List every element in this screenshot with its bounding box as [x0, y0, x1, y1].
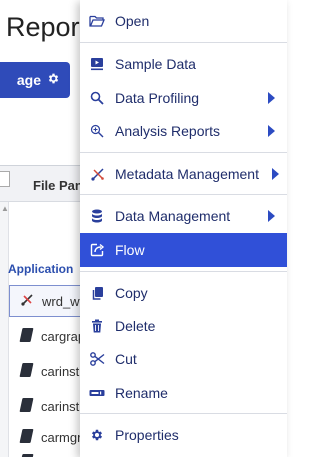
menu-item-delete[interactable]: Delete	[80, 309, 287, 343]
application-section-heading: Application	[8, 262, 74, 276]
rename-icon	[88, 388, 106, 398]
presentation-icon	[88, 57, 106, 71]
scissors-icon	[88, 352, 106, 366]
flow-export-icon	[88, 243, 106, 257]
list-item-label: carinst	[41, 398, 80, 414]
menu-separator	[80, 152, 287, 153]
menu-item-label: Flow	[115, 242, 145, 258]
submenu-arrow-icon	[268, 125, 275, 137]
view-select[interactable]	[0, 171, 10, 187]
menu-item-label: Cut	[115, 351, 137, 367]
manage-button[interactable]: age	[0, 62, 70, 98]
menu-item-label: Data Management	[115, 208, 231, 224]
submenu-arrow-icon	[272, 168, 279, 180]
left-scroll-strip[interactable]	[0, 202, 9, 457]
menu-item-label: Sample Data	[115, 56, 196, 72]
trash-icon	[88, 319, 106, 333]
manage-button-label: age	[16, 72, 41, 88]
gear-icon	[47, 72, 60, 88]
menu-item-analysis-reports[interactable]: Analysis Reports	[80, 114, 287, 148]
table-icon	[19, 397, 33, 415]
database-icon	[88, 209, 106, 223]
list-item-label: carinst	[41, 363, 80, 379]
copy-icon	[88, 286, 106, 301]
menu-item-flow[interactable]: Flow	[80, 233, 287, 267]
menu-item-label: Properties	[115, 427, 179, 443]
menu-item-rename[interactable]: Rename	[80, 376, 287, 410]
menu-item-label: Copy	[115, 285, 148, 301]
menu-item-properties[interactable]: Properties	[80, 418, 287, 452]
menu-item-data-management[interactable]: Data Management	[80, 199, 287, 233]
menu-item-cut[interactable]: Cut	[80, 342, 287, 376]
menu-separator	[80, 271, 287, 272]
scroll-up-icon[interactable]: ▲	[1, 204, 9, 213]
magnify-icon	[88, 91, 106, 105]
zoom-in-icon	[88, 124, 106, 138]
menu-item-copy[interactable]: Copy	[80, 276, 287, 310]
menu-item-data-profiling[interactable]: Data Profiling	[80, 81, 287, 115]
menu-item-label: Metadata Management	[115, 166, 259, 182]
list-item-label: carmgr	[41, 429, 82, 445]
menu-item-label: Delete	[115, 318, 156, 334]
context-menu: Open Sample Data Data Profiling Analysis…	[80, 0, 287, 457]
gear-icon	[88, 428, 106, 442]
menu-separator	[80, 413, 287, 414]
list-item-label: wrd_wt	[42, 293, 84, 309]
metadata-icon	[88, 167, 106, 182]
menu-item-metadata-management[interactable]: Metadata Management	[80, 157, 287, 191]
metadata-icon	[20, 293, 34, 310]
folder-open-icon	[88, 14, 106, 28]
menu-item-label: Data Profiling	[115, 90, 200, 106]
menu-item-sample-data[interactable]: Sample Data	[80, 47, 287, 81]
table-icon	[19, 428, 33, 446]
menu-separator	[80, 194, 287, 195]
menu-item-label: Open	[115, 13, 150, 29]
menu-item-label: Rename	[115, 385, 168, 401]
table-icon	[19, 362, 33, 380]
list-item-label: cargrap	[41, 328, 86, 344]
menu-separator	[80, 42, 287, 43]
table-icon	[19, 453, 33, 457]
menu-item-label: Analysis Reports	[115, 123, 221, 139]
menu-item-open[interactable]: Open	[80, 4, 287, 38]
submenu-arrow-icon	[268, 92, 275, 104]
page-title: Report	[6, 12, 88, 42]
table-icon	[19, 327, 33, 345]
submenu-arrow-icon	[268, 210, 275, 222]
